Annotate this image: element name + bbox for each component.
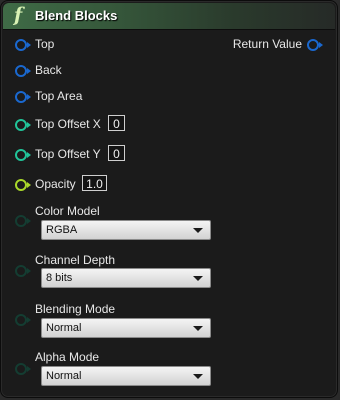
opacity-input-pin[interactable]	[15, 179, 31, 191]
chevron-down-icon	[193, 276, 203, 281]
return-value-label: Return Value	[232, 37, 302, 51]
top-offset-x-label: Top Offset X	[35, 117, 101, 131]
node-title: Blend Blocks	[35, 8, 118, 23]
function-f-icon: f	[14, 4, 23, 26]
top-offset-x-input-pin[interactable]	[15, 119, 31, 131]
opacity-input[interactable]: 1.0	[82, 175, 107, 191]
top-area-pin-label: Top Area	[35, 89, 83, 103]
pin-row-back: Back	[1, 61, 337, 79]
pin-row-top-offset-x: Top Offset X 0	[1, 115, 337, 133]
pin-row-top-area: Top Area	[1, 87, 337, 105]
color-model-label: Color Model	[35, 204, 100, 218]
top-pin-label: Top	[35, 37, 55, 51]
alpha-mode-label: Alpha Mode	[35, 350, 100, 364]
chevron-down-icon	[193, 228, 203, 233]
color-model-input-pin[interactable]	[15, 215, 31, 227]
top-offset-y-input[interactable]: 0	[108, 145, 125, 161]
channel-depth-value: 8 bits	[46, 272, 73, 284]
back-pin-label: Back	[35, 63, 62, 77]
blending-mode-dropdown[interactable]: Normal	[41, 318, 211, 338]
top-input-pin[interactable]	[15, 39, 31, 51]
top-area-input-pin[interactable]	[15, 91, 31, 103]
pin-row-top: Top Return Value	[1, 35, 337, 53]
blend-blocks-node[interactable]: f Blend Blocks Top Return Value Back Top…	[0, 0, 338, 398]
channel-depth-label: Channel Depth	[35, 253, 116, 267]
top-offset-y-label: Top Offset Y	[35, 147, 101, 161]
top-offset-y-input-pin[interactable]	[15, 149, 31, 161]
channel-depth-input-pin[interactable]	[15, 265, 31, 277]
opacity-label: Opacity	[35, 177, 76, 191]
node-header[interactable]: f Blend Blocks	[3, 3, 335, 30]
blending-mode-value: Normal	[46, 322, 82, 334]
alpha-mode-value: Normal	[46, 370, 82, 382]
alpha-mode-input-pin[interactable]	[15, 363, 31, 375]
back-input-pin[interactable]	[15, 65, 31, 77]
color-model-dropdown[interactable]: RGBA	[41, 220, 211, 240]
pin-row-opacity: Opacity 1.0	[1, 175, 337, 193]
channel-depth-dropdown[interactable]: 8 bits	[41, 268, 211, 288]
return-value-output-pin[interactable]	[307, 39, 323, 51]
blending-mode-input-pin[interactable]	[15, 314, 31, 326]
top-offset-x-input[interactable]: 0	[108, 115, 125, 131]
chevron-down-icon	[193, 374, 203, 379]
chevron-down-icon	[193, 326, 203, 331]
blending-mode-label: Blending Mode	[35, 302, 116, 316]
alpha-mode-dropdown[interactable]: Normal	[41, 366, 211, 386]
pin-row-top-offset-y: Top Offset Y 0	[1, 145, 337, 163]
color-model-value: RGBA	[46, 224, 78, 236]
